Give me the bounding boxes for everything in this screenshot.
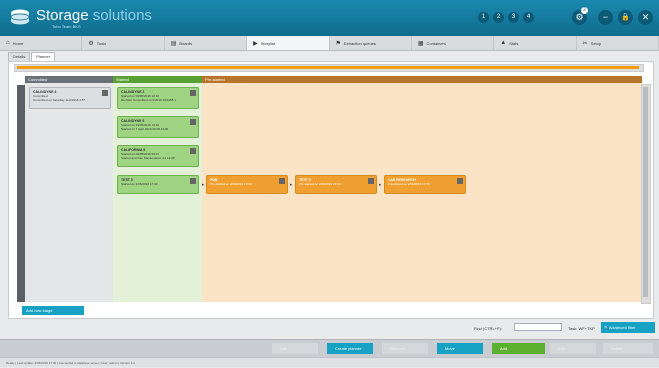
planner-board: Process milestone 4 Committed Started Pr…	[13, 76, 642, 302]
card-calindyne-5[interactable]: CALINDYNE 5 Started on 09/05/2016 12:16 …	[117, 116, 199, 138]
step-2-button[interactable]: 2	[493, 12, 504, 23]
menu-label: Boards	[179, 40, 193, 46]
container-icon: ▦	[417, 40, 424, 47]
menu-label: Setup	[590, 40, 602, 46]
card-menu-icon[interactable]	[279, 178, 285, 184]
column-committed	[25, 83, 113, 302]
gear-icon: ⚙	[88, 40, 94, 47]
main-menu: ⌂ Home ⚙ Tools ▤ Boards ▶ Storylist ⚑ Extract…	[0, 36, 659, 51]
app-title-brand: solutions	[92, 7, 152, 24]
menu-boards[interactable]: ▤ Boards	[165, 36, 248, 50]
menu-stats[interactable]: ▲ Stats	[494, 36, 577, 50]
play-icon: ▶	[253, 40, 258, 47]
column-header-started: Started	[113, 76, 202, 83]
app-subtitle: Tobo Team BKS	[52, 24, 81, 29]
card-menu-icon[interactable]	[190, 119, 196, 125]
step-3-button[interactable]: 3	[508, 12, 519, 23]
card-line: Started and then Maintenance 4.2 12:28	[121, 156, 175, 160]
card-line: Committed on Saturday 11/2/2016 4:57	[33, 98, 86, 102]
card-line: Pre-started on 2/06/2016 17:00	[299, 182, 341, 186]
filter-icon: ⚑	[335, 40, 341, 47]
card-line: Pre-started on 2/06/2016 17:00	[388, 182, 430, 186]
app-title-main: Storage	[36, 7, 89, 24]
advanced-filter-label: Advanced filter	[609, 325, 636, 330]
home-icon: ⌂	[6, 40, 10, 46]
menu-home[interactable]: ⌂ Home	[0, 36, 83, 50]
menu-label: Extraction queues	[343, 40, 376, 46]
status-bar: Ready | Last update: 2/06/2016 17:00 | C…	[0, 357, 659, 367]
menu-storylist[interactable]: ▶ Storylist	[247, 36, 330, 50]
close-button[interactable]: ✕	[638, 10, 653, 25]
remove-button[interactable]: Remove	[382, 343, 428, 354]
column-header-prestarted: Pre-started	[202, 76, 642, 83]
lane-label: Process milestone 4	[13, 85, 25, 302]
edit-button[interactable]: Edit	[550, 343, 596, 354]
horizontal-scrollbar[interactable]	[14, 64, 644, 72]
chart-icon: ▲	[500, 40, 507, 46]
vertical-scrollbar[interactable]	[641, 84, 651, 304]
card-calindyne-4[interactable]: CALINDYNE 4 Committed Committed on Satur…	[29, 87, 111, 109]
find-label: Find (CTRL+F):	[474, 326, 502, 331]
card-test-5[interactable]: TEST 5 Started on 2/06/2016 17:00	[117, 175, 199, 194]
card-test-6[interactable]: TEST 6 Pre-started on 2/06/2016 17:00	[295, 175, 377, 194]
arrow-right-icon: ▸	[379, 182, 382, 188]
scrollbar-thumb[interactable]	[643, 87, 648, 297]
scrollbar-thumb[interactable]	[17, 66, 639, 69]
step-4-button[interactable]: 4	[523, 12, 534, 23]
card-menu-icon[interactable]	[190, 148, 196, 154]
menu-label: Tools	[96, 40, 107, 46]
card-calindyne-3[interactable]: CALINDYNE 3 Started on 09/05/2016 12:16 …	[117, 87, 199, 109]
card-line: Started on 2/06/2016 17:00	[121, 182, 158, 186]
minimize-button[interactable]: −	[598, 10, 613, 25]
advanced-filter-button[interactable]: 🔍 Advanced filter	[601, 322, 655, 333]
add-stage-button[interactable]: Add new stage	[22, 306, 84, 315]
task-label: Task: WF+TKP	[568, 326, 595, 331]
card-line: Pre-started on 2/06/2016 17:00	[210, 182, 252, 186]
storage-logo-icon	[10, 9, 30, 25]
card-line: Re-Start Committed on 6/2016 09/1988 1	[121, 98, 176, 102]
app-header: Storage solutions Tobo Team BKS 1 2 3 4 …	[0, 0, 659, 36]
menu-label: Containers	[426, 40, 446, 46]
arrow-right-icon: ▸	[290, 182, 293, 188]
menu-label: Stats	[509, 40, 519, 46]
card-line: Started on 7 April 2016 09:08 13:00	[121, 127, 169, 131]
app-title: Storage solutions	[36, 7, 152, 24]
card-menu-icon[interactable]	[190, 90, 196, 96]
menu-label: Home	[12, 40, 24, 46]
lock-button[interactable]: 🔒	[618, 10, 633, 25]
notification-badge: 2	[581, 7, 588, 14]
lane-label-text: Process milestone 4	[12, 169, 18, 206]
wrench-icon: ✂	[582, 40, 588, 47]
move-button[interactable]: Move	[437, 343, 483, 354]
column-header-committed: Committed	[25, 76, 113, 83]
add-button-disabled[interactable]: Add	[272, 343, 318, 354]
find-input[interactable]	[514, 323, 562, 331]
arrow-right-icon: ▸	[202, 182, 205, 188]
menu-containers[interactable]: ▦ Containers	[412, 36, 495, 50]
step-indicators: 1 2 3 4	[478, 12, 534, 23]
delete-button[interactable]: Delete	[603, 343, 653, 354]
menu-setup[interactable]: ✂ Setup	[577, 36, 659, 50]
card-pdb[interactable]: PDB Pre-started on 2/06/2016 17:00	[206, 175, 288, 194]
create-planner-button[interactable]: Create planner	[327, 343, 373, 354]
menu-label: Storylist	[260, 40, 275, 46]
search-icon: 🔍	[604, 325, 609, 330]
board-icon: ▤	[170, 40, 177, 47]
card-menu-icon[interactable]	[190, 178, 196, 184]
card-menu-icon[interactable]	[368, 178, 374, 184]
step-1-button[interactable]: 1	[478, 12, 489, 23]
card-menu-icon[interactable]	[457, 178, 463, 184]
card-california-6[interactable]: CALIFORNIA 6 Started on 09/05/2016 09:07…	[117, 145, 199, 167]
menu-extraction-queues[interactable]: ⚑ Extraction queues	[330, 36, 412, 50]
card-menu-icon[interactable]	[102, 90, 108, 96]
add-button[interactable]: Add	[492, 343, 545, 354]
card-lab-research[interactable]: LAB RESEARCH Pre-started on 2/06/2016 17…	[384, 175, 466, 194]
menu-tools[interactable]: ⚙ Tools	[82, 36, 165, 50]
